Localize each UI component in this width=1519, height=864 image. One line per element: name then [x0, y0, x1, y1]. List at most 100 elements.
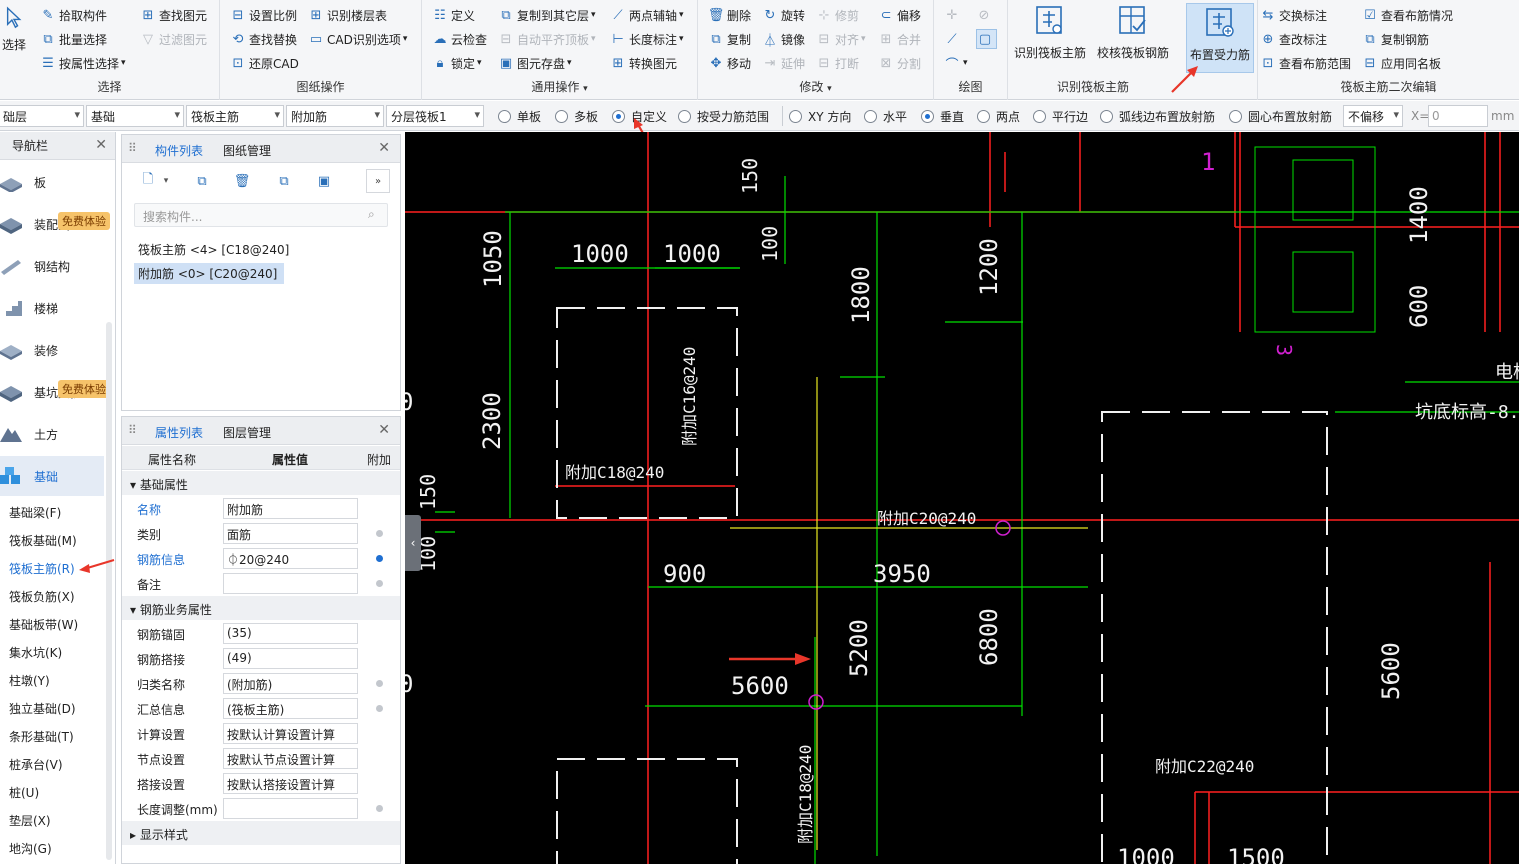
property-row[interactable]: 节点设置 按默认节点设置计算 [122, 746, 400, 771]
section-rebar-properties[interactable]: ▾ 钢筋业务属性 [122, 596, 400, 620]
radio-horizontal[interactable]: 水平 [864, 108, 907, 125]
copy-rebar-button[interactable]: ⧉ 复制钢筋 [1362, 29, 1429, 49]
property-row[interactable]: 钢筋信息 ⏀20@240 [122, 546, 400, 571]
nav-item-raft-negative-bar[interactable]: 筏板负筋(X) [9, 588, 75, 605]
nav-item-pile-cap[interactable]: 桩承台(V) [9, 756, 63, 773]
x-offset-input[interactable]: 0 [1428, 105, 1488, 127]
batch-select-button[interactable]: ⧉ 批量选择 [40, 29, 107, 49]
delete-component-icon[interactable]: 🗑︎ [230, 169, 254, 193]
tab-drawing-management[interactable]: 图纸管理 [223, 142, 271, 159]
offset-combo[interactable]: 不偏移 [1343, 105, 1403, 127]
cad-canvas[interactable]: 150 1000 1000 100 1050 1800 1200 1400 60… [405, 132, 1519, 864]
close-icon[interactable]: ✕ [378, 140, 390, 156]
line-draw-button[interactable]: ⟋ [944, 29, 963, 49]
property-row[interactable]: 长度调整(mm) [122, 796, 400, 821]
radio-two-points[interactable]: 两点 [977, 108, 1020, 125]
nav-item-foundation-beam[interactable]: 基础梁(F) [9, 504, 61, 521]
length-dimension-button[interactable]: ⊢ 长度标注 ▾ [610, 29, 683, 49]
property-value-input[interactable]: 面筋 [223, 523, 358, 544]
nav-cat-pit-support[interactable]: 基坑支护免费体验 [0, 372, 110, 412]
nav-item-sump[interactable]: 集水坑(K) [9, 644, 62, 661]
nav-cat-earthwork[interactable]: 土方 [0, 414, 104, 454]
mirror-button[interactable]: ⏃ 镜像 [762, 29, 805, 49]
section-basic-properties[interactable]: ▾ 基础属性 [122, 471, 400, 495]
copy-button[interactable]: ⧉ 复制 [708, 29, 751, 49]
tab-component-list[interactable]: 构件列表 [155, 142, 203, 159]
radio-arc-radial[interactable]: 弧线边布置放射筋 [1100, 108, 1215, 125]
tab-layer-management[interactable]: 图层管理 [223, 424, 271, 441]
nav-item-strip-footing[interactable]: 条形基础(T) [9, 728, 74, 745]
save-element-button[interactable]: ▣ 图元存盘 ▾ [498, 53, 572, 73]
find-replace-button[interactable]: ⟲ 查找替换 [230, 29, 297, 49]
edit-label-button[interactable]: ⊕ 查改标注 [1260, 29, 1327, 49]
arc-draw-button[interactable]: ⌒ ▾ [944, 53, 967, 73]
tab-property-list[interactable]: 属性列表 [155, 424, 203, 441]
layer-copy-icon[interactable]: ⧉ [272, 169, 296, 193]
drag-handle-icon[interactable]: ⠿ [128, 423, 137, 437]
two-point-axis-button[interactable]: ⟋ 两点辅轴 ▾ [610, 5, 683, 25]
nav-item-raft-main-bar[interactable]: 筏板主筋(R) [9, 560, 75, 577]
extra-flag-icon[interactable] [376, 580, 383, 587]
component-item-selected[interactable]: 附加筋 <0> [C20@240] [134, 263, 284, 284]
nav-cat-steel[interactable]: 钢结构 [0, 246, 104, 286]
extra-flag-icon[interactable] [376, 705, 383, 712]
copy-to-layer-button[interactable]: ⧉ 复制到其它层 ▾ [498, 5, 595, 25]
grip-point[interactable] [808, 694, 824, 710]
extra-flag-icon[interactable] [376, 555, 383, 562]
nav-cat-prefab[interactable]: 装配式 免费体验 [0, 204, 110, 244]
cad-drawing[interactable]: 150 1000 1000 100 1050 1800 1200 1400 60… [405, 132, 1519, 864]
check-raft-rebar-button[interactable]: 校核筏板钢筋 [1097, 4, 1169, 61]
radio-vertical[interactable]: 垂直 [921, 108, 964, 125]
delete-button[interactable]: 🗑︎ 删除 [708, 5, 751, 25]
property-row[interactable]: 归类名称 (附加筋) [122, 671, 400, 696]
close-icon[interactable]: ✕ [378, 422, 390, 438]
nav-cat-decoration[interactable]: 装修 [0, 330, 104, 370]
view-rebar-range-button[interactable]: ⊡ 查看布筋范围 [1260, 53, 1351, 73]
nav-item-isolated-footing[interactable]: 独立基础(D) [9, 700, 76, 717]
more-icon[interactable]: » [366, 169, 390, 193]
extra-flag-icon[interactable] [376, 680, 383, 687]
identify-raft-main-bar-button[interactable]: 识别筏板主筋 [1014, 4, 1086, 61]
radio-single-board[interactable]: 单板 [498, 108, 541, 125]
circle-draw-button[interactable]: ⊘ [976, 5, 995, 25]
layer-combo[interactable]: 分层筏板1 [386, 105, 484, 127]
component-combo[interactable]: 附加筋 [286, 105, 384, 127]
property-value-input[interactable]: (49) [223, 648, 358, 669]
rect-draw-button[interactable]: ▢ [976, 29, 997, 49]
view-rebar-status-button[interactable]: ☑ 查看布筋情况 [1362, 5, 1453, 25]
component-search-input[interactable]: 搜索构件... [134, 203, 388, 227]
close-icon[interactable]: ✕ [95, 137, 107, 153]
property-row[interactable]: 计算设置 按默认计算设置计算 [122, 721, 400, 746]
point-draw-button[interactable]: ✛ [944, 5, 963, 25]
nav-item-column-pier[interactable]: 柱墩(Y) [9, 672, 50, 689]
property-value-input[interactable]: 按默认节点设置计算 [223, 748, 358, 769]
radio-multi-board[interactable]: 多板 [555, 108, 598, 125]
drag-handle-icon[interactable]: ⠿ [128, 141, 137, 155]
radio-center-radial[interactable]: 圆心布置放射筋 [1229, 108, 1332, 125]
collapse-panel-button[interactable]: ‹ [405, 515, 421, 571]
property-value-input[interactable] [223, 798, 358, 819]
convert-element-button[interactable]: ⊞ 转换图元 [610, 53, 677, 73]
select-by-property-button[interactable]: ☰ 按属性选择 ▾ [40, 53, 125, 73]
new-component-icon[interactable]: 🗋︎ [136, 169, 160, 193]
nav-item-trench[interactable]: 地沟(G) [9, 840, 52, 857]
property-row[interactable]: 搭接设置 按默认搭接设置计算 [122, 771, 400, 796]
radio-parallel-edge[interactable]: 平行边 [1033, 108, 1088, 125]
rotate-button[interactable]: ↻ 旋转 [762, 5, 805, 25]
component-type-combo[interactable]: 筏板主筋 [186, 105, 284, 127]
set-scale-button[interactable]: ⊟ 设置比例 [230, 5, 297, 25]
restore-cad-button[interactable]: ⊡ 还原CAD [230, 53, 299, 73]
property-row[interactable]: 类别 面筋 [122, 521, 400, 546]
dropdown-icon[interactable]: ▾ [160, 169, 172, 193]
property-value-input[interactable]: (筏板主筋) [223, 698, 358, 719]
swap-label-button[interactable]: ⇆ 交换标注 [1260, 5, 1327, 25]
property-value-input[interactable]: 按默认计算设置计算 [223, 723, 358, 744]
category-combo[interactable]: 基础 [86, 105, 184, 127]
nav-cat-stairs[interactable]: 楼梯 [0, 288, 104, 328]
auto-align-top-button[interactable]: ⊟ 自动平齐顶板 ▾ [498, 29, 596, 49]
pick-component-button[interactable]: ✎ 拾取构件 [40, 5, 107, 25]
break-button[interactable]: ⊟ 打断 [816, 53, 859, 73]
offset-button[interactable]: ⊂ 偏移 [878, 5, 921, 25]
move-button[interactable]: ✥ 移动 [708, 53, 751, 73]
property-row[interactable]: 汇总信息 (筏板主筋) [122, 696, 400, 721]
